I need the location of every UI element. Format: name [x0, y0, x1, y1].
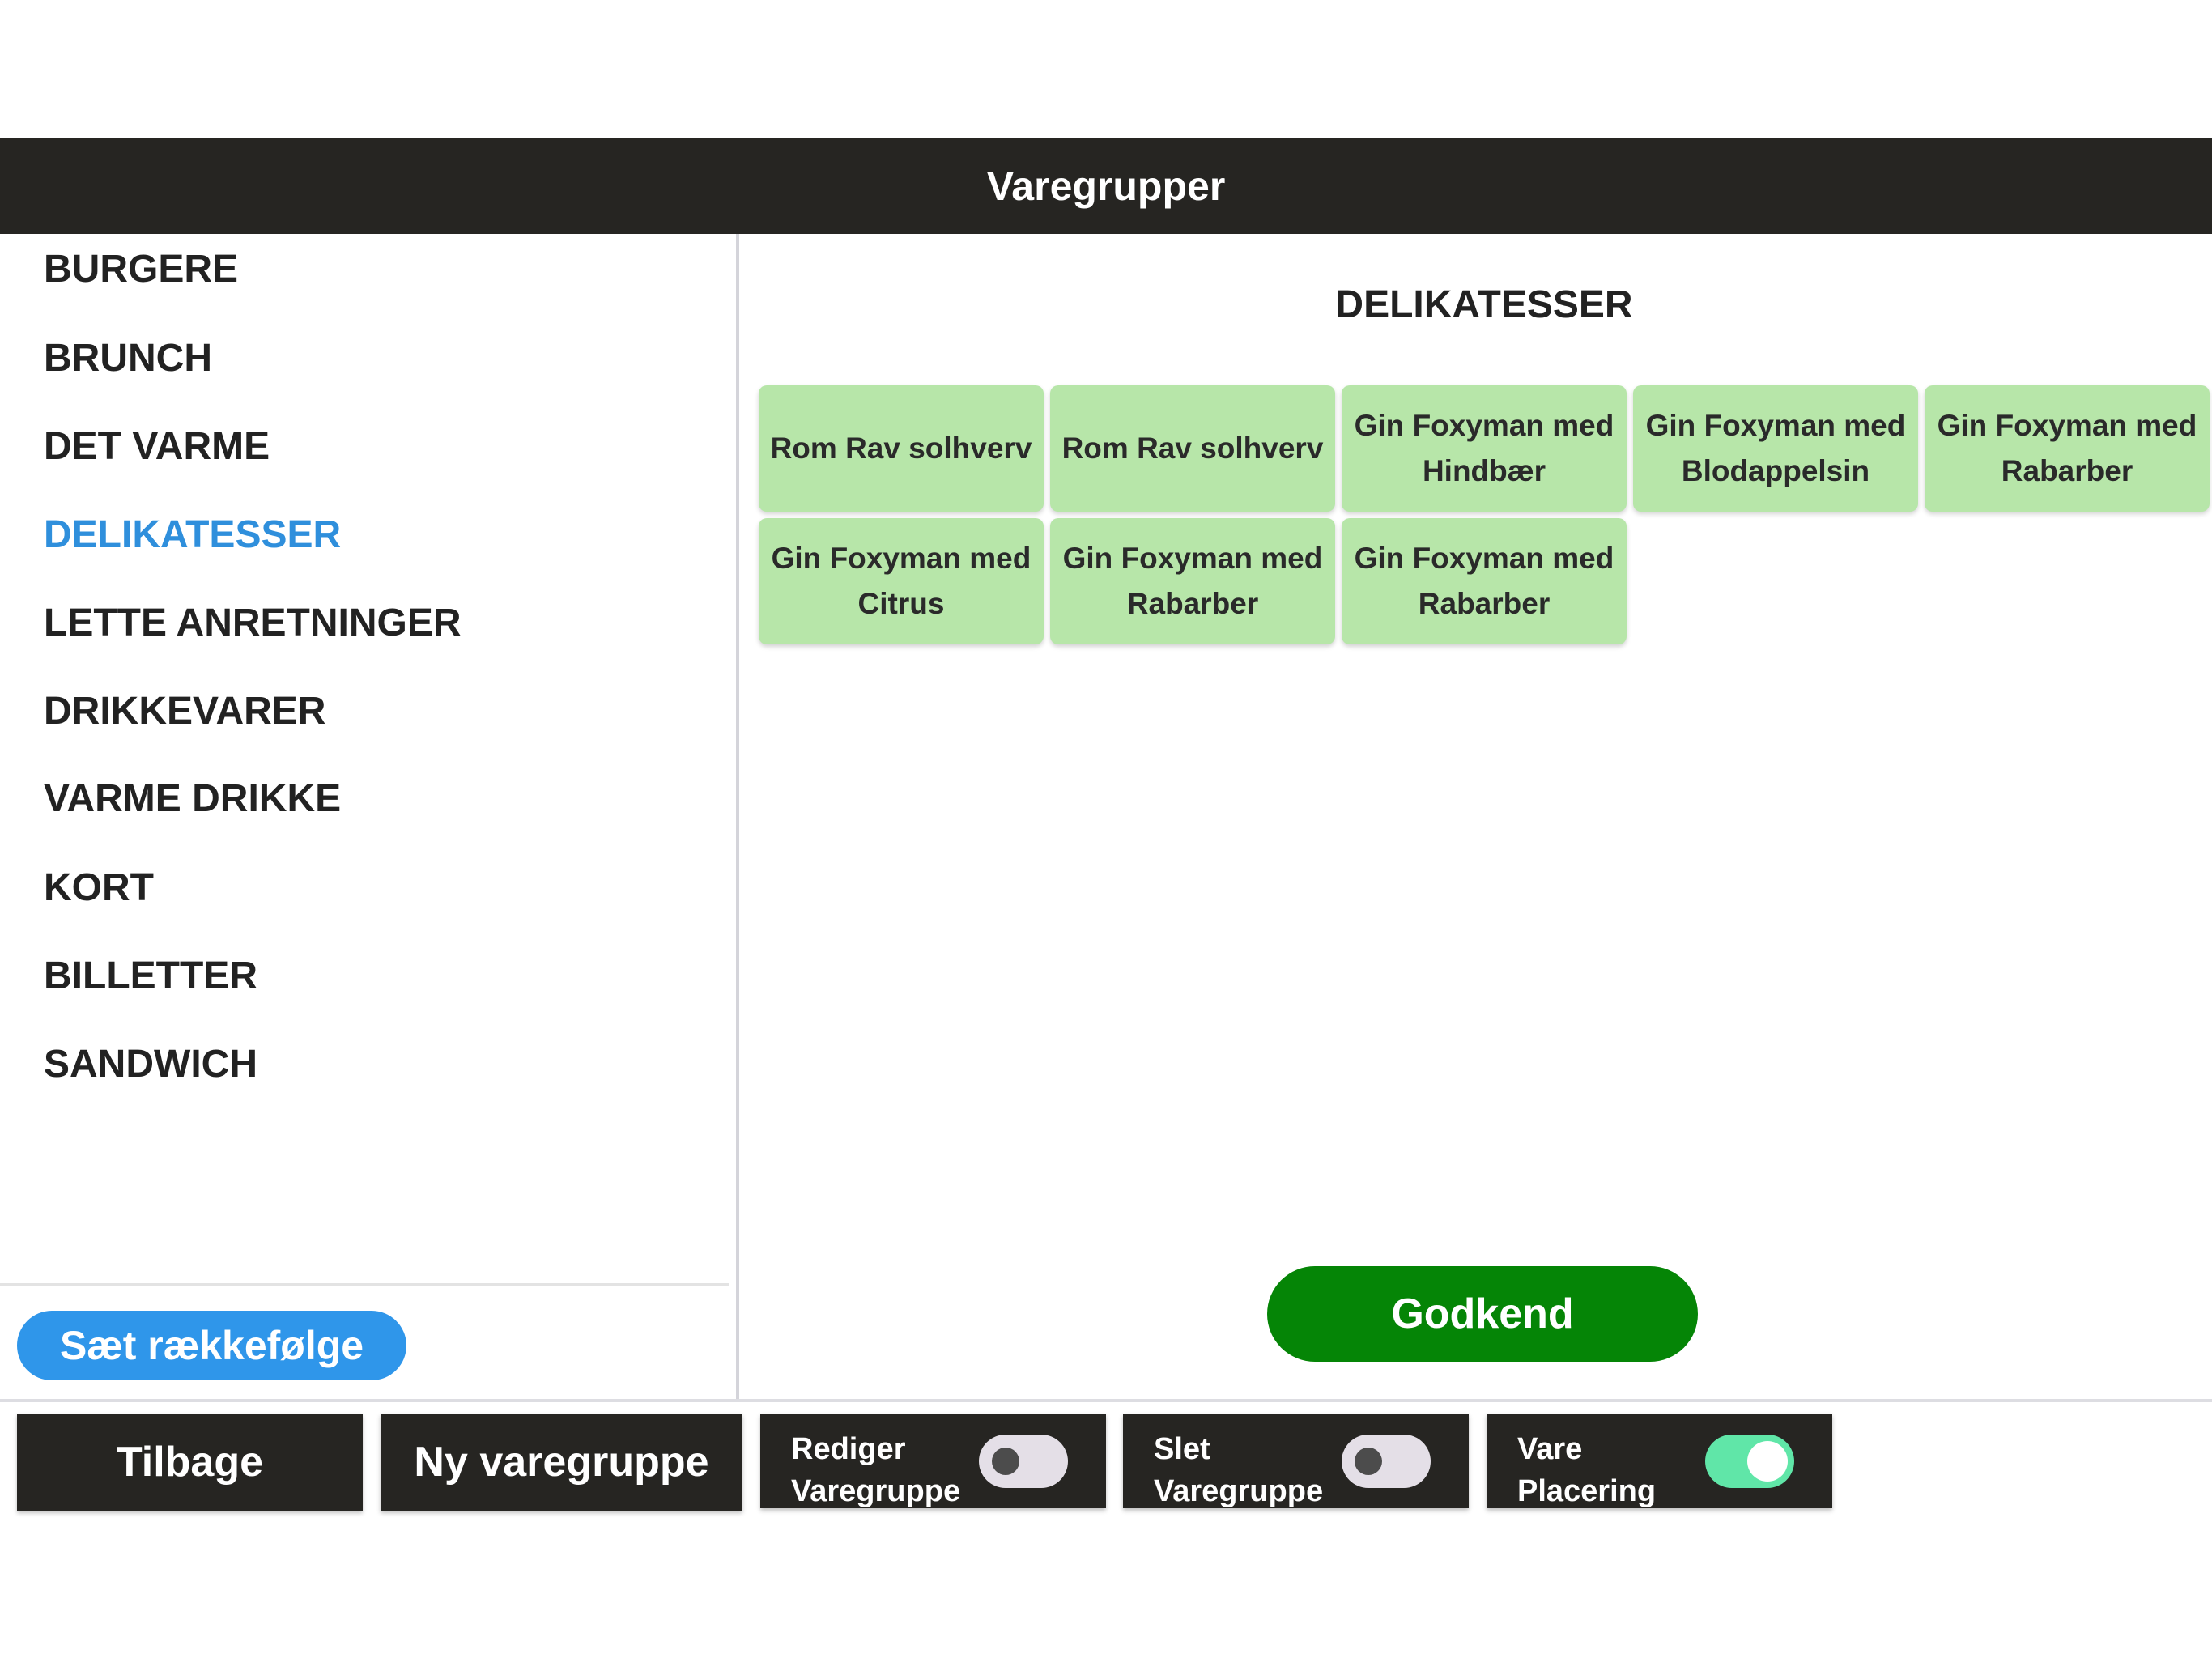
item-label: Gin Foxyman med Rabarber	[1354, 542, 1614, 620]
toggle-label: Vare Placering	[1517, 1432, 1657, 1508]
approve-button[interactable]: Godkend	[1267, 1266, 1698, 1362]
bottom-divider	[0, 1399, 2212, 1402]
item-card[interactable]: Rom Rav solhverv	[1050, 385, 1335, 512]
toggle-knob	[992, 1448, 1019, 1475]
item-card[interactable]: Gin Foxyman med Rabarber	[1050, 518, 1335, 644]
item-label: Gin Foxyman med Blodappelsin	[1645, 409, 1906, 487]
item-card[interactable]: Rom Rav solhverv	[759, 385, 1044, 512]
toggle-knob	[1747, 1441, 1788, 1482]
toggle-switch[interactable]	[979, 1435, 1068, 1488]
item-card[interactable]: Gin Foxyman med Rabarber	[1925, 385, 2210, 512]
toggle-label: Slet Varegruppe	[1154, 1432, 1324, 1508]
toggle-switch[interactable]	[1342, 1435, 1431, 1488]
header-bar: Varegrupper	[0, 138, 2212, 234]
item-card[interactable]: Gin Foxyman med Citrus	[759, 518, 1044, 644]
item-label: Gin Foxyman med Hindbær	[1354, 409, 1614, 487]
group-item-varme-drikke[interactable]: VARME DRIKKE	[44, 766, 341, 831]
group-item-lette-anretninger[interactable]: LETTE ANRETNINGER	[44, 590, 462, 655]
group-item-delikatesser[interactable]: DELIKATESSER	[44, 502, 341, 567]
new-group-button[interactable]: Ny varegruppe	[381, 1414, 742, 1511]
item-label: Rom Rav solhverv	[1061, 432, 1324, 465]
item-label: Gin Foxyman med Rabarber	[1062, 542, 1323, 620]
group-item-sandwich[interactable]: SANDWICH	[44, 1031, 257, 1096]
toggle-label: Rediger Varegruppe	[791, 1432, 961, 1508]
group-item-billetter[interactable]: BILLETTER	[44, 943, 257, 1008]
edit-group-toggle[interactable]: Rediger Varegruppe	[760, 1414, 1106, 1508]
item-placement-toggle[interactable]: Vare Placering	[1487, 1414, 1832, 1508]
group-item-brunch[interactable]: BRUNCH	[44, 325, 212, 390]
section-title: DELIKATESSER	[1335, 283, 1633, 326]
group-item-kort[interactable]: KORT	[44, 855, 154, 920]
group-item-burgere[interactable]: BURGERE	[44, 236, 238, 301]
group-item-drikkevarer[interactable]: DRIKKEVARER	[44, 678, 325, 743]
toggle-switch[interactable]	[1705, 1435, 1794, 1488]
page-title: Varegrupper	[986, 163, 1226, 209]
item-card[interactable]: Gin Foxyman med Blodappelsin	[1633, 385, 1918, 512]
sidebar-divider	[0, 1283, 729, 1286]
main-panel: DELIKATESSER Rom Rav solhverv Rom Rav so…	[742, 234, 2212, 1400]
item-label: Rom Rav solhverv	[770, 432, 1032, 465]
delete-group-toggle[interactable]: Slet Varegruppe	[1123, 1414, 1469, 1508]
item-label: Gin Foxyman med Citrus	[771, 542, 1032, 620]
set-order-button[interactable]: Sæt rækkefølge	[17, 1311, 406, 1380]
sidebar: BURGERE BRUNCH DET VARME DELIKATESSER LE…	[0, 234, 739, 1400]
item-card[interactable]: Gin Foxyman med Rabarber	[1342, 518, 1627, 644]
item-card[interactable]: Gin Foxyman med Hindbær	[1342, 385, 1627, 512]
back-button[interactable]: Tilbage	[17, 1414, 363, 1511]
item-label: Gin Foxyman med Rabarber	[1937, 409, 2197, 487]
group-item-det-varme[interactable]: DET VARME	[44, 414, 270, 478]
toggle-knob	[1355, 1448, 1382, 1475]
page: Varegrupper BURGERE BRUNCH DET VARME DEL…	[0, 0, 2212, 1658]
